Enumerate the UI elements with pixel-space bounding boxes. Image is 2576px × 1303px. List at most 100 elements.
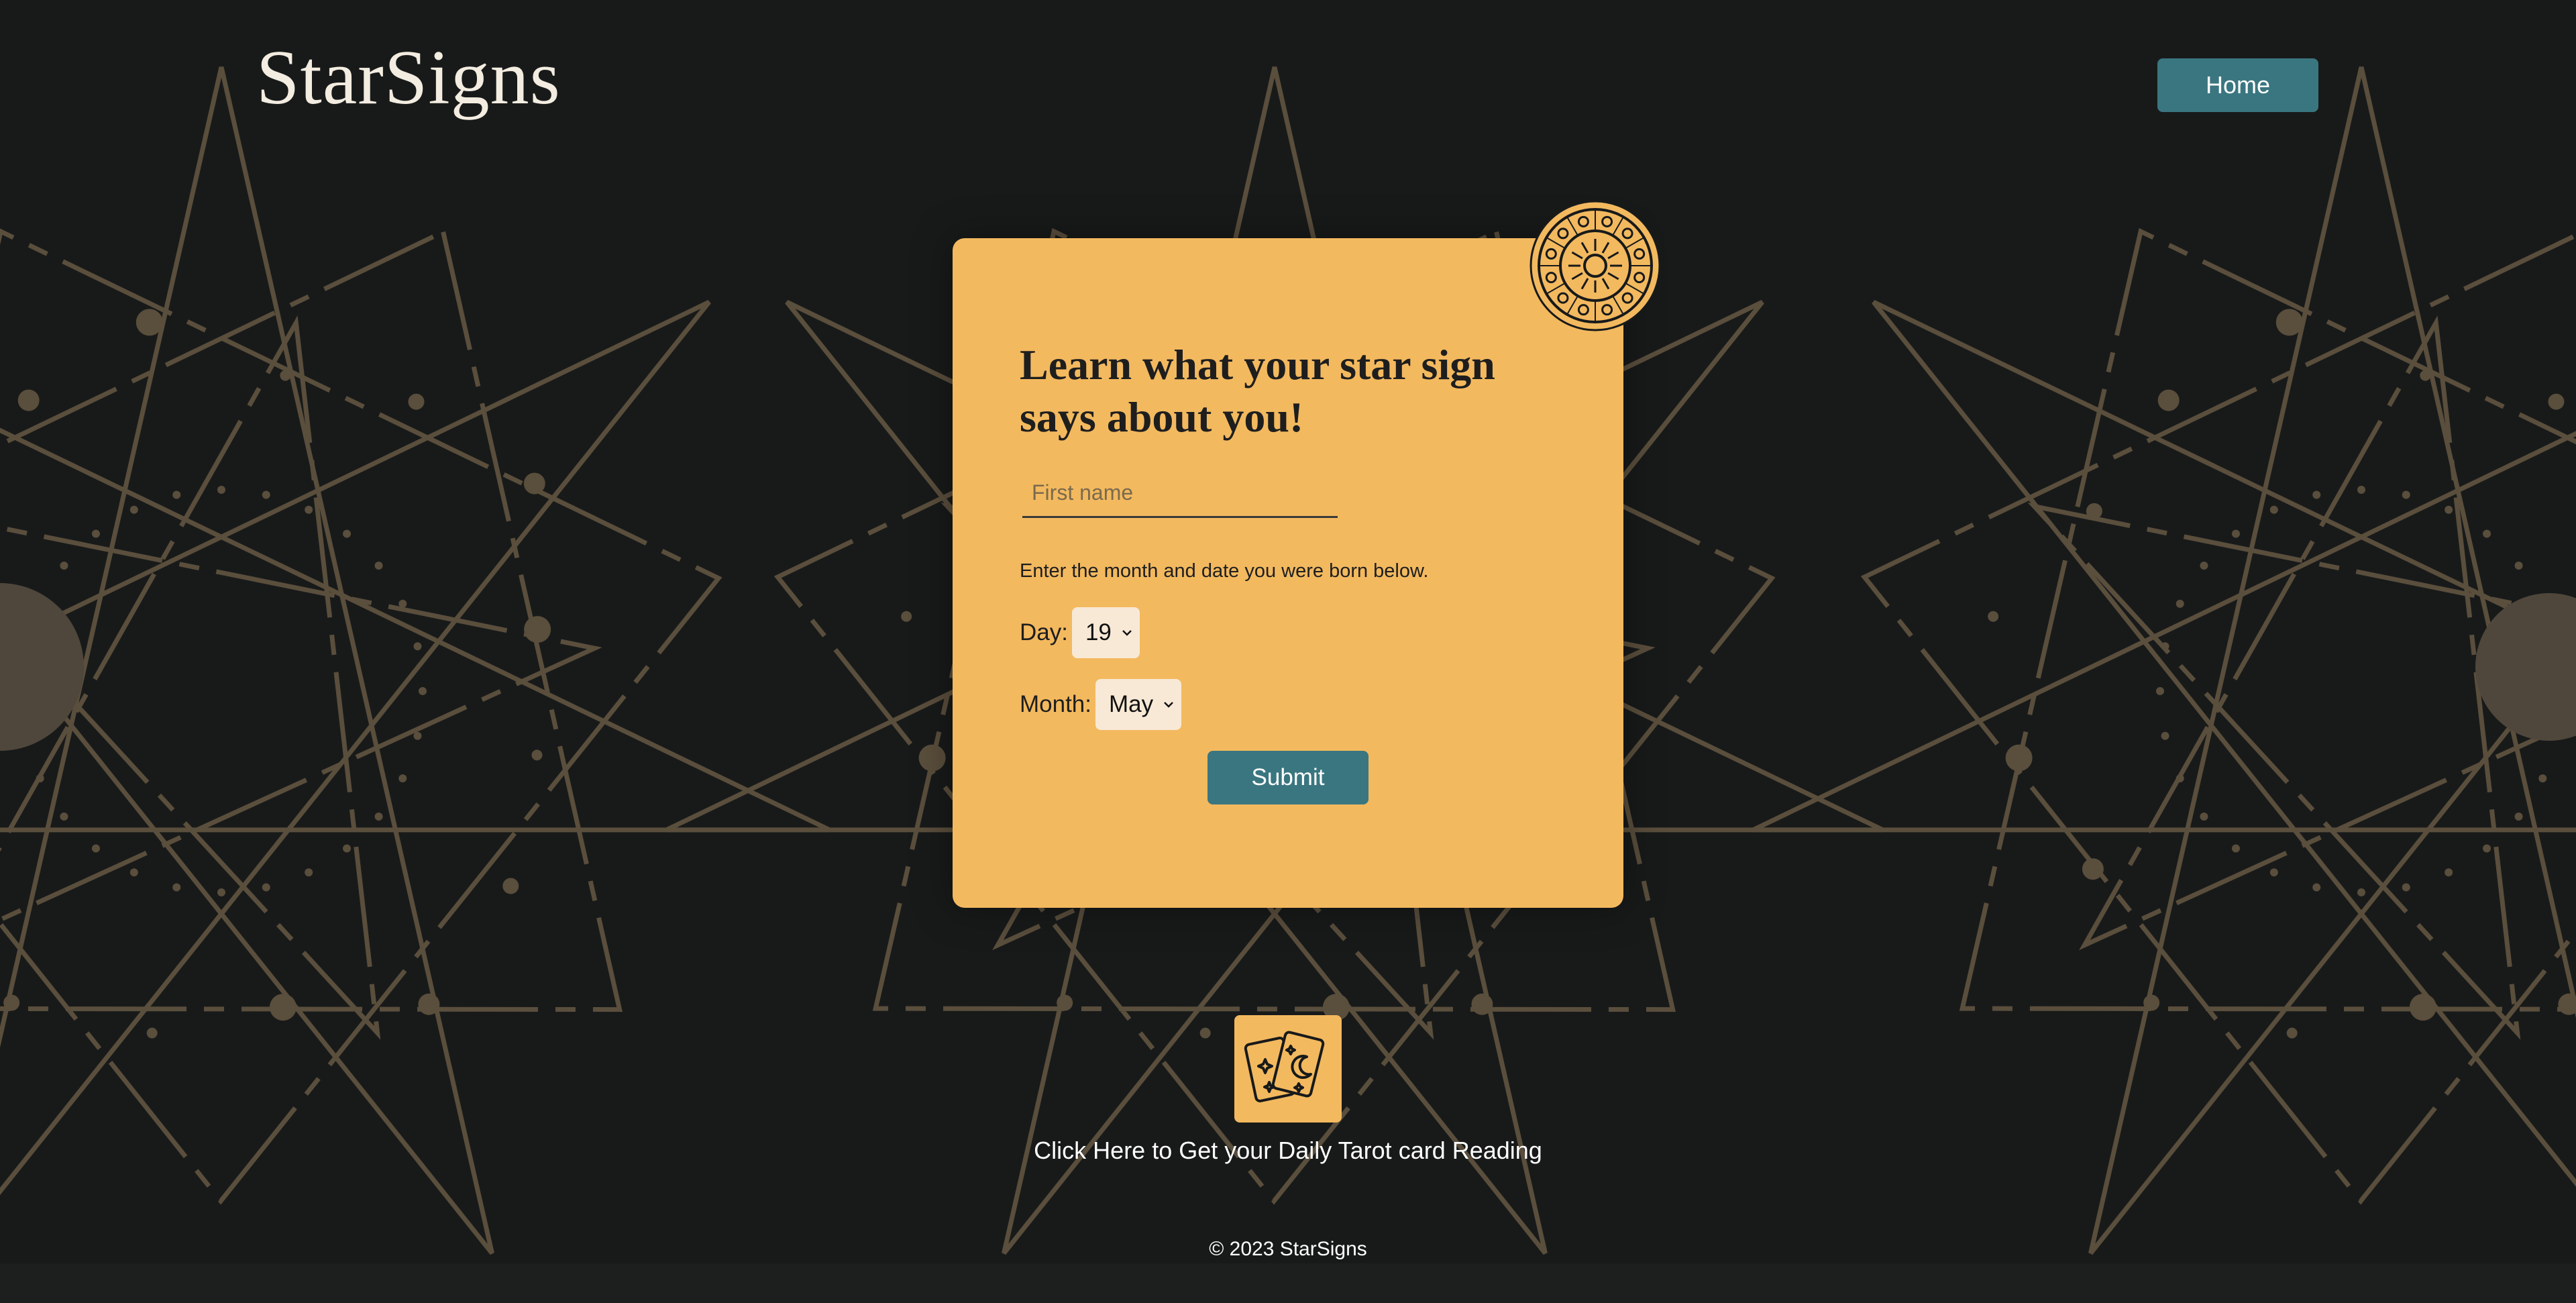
background-dot (2231, 844, 2240, 853)
zodiac-wheel-icon (1529, 200, 1661, 331)
background-dot (2483, 529, 2491, 538)
background-dot (2483, 844, 2491, 853)
day-select[interactable]: 19 (1071, 607, 1140, 658)
background-disc (2475, 593, 2576, 741)
background-dot (2161, 731, 2169, 740)
background-dot (129, 868, 138, 877)
background-dot (36, 774, 44, 783)
background-dot (374, 813, 383, 821)
background-dot (305, 868, 313, 877)
background-dot (2086, 503, 2102, 519)
submit-button[interactable]: Submit (1208, 751, 1368, 804)
month-select-value: May (1109, 691, 1154, 717)
background-dot (343, 529, 352, 538)
background-dot (2420, 370, 2431, 381)
month-select[interactable]: May (1095, 679, 1182, 730)
day-field: Day: 19 (1020, 607, 1140, 658)
background-dot (3, 994, 20, 1011)
background-dot (2200, 813, 2208, 821)
background-dot (17, 389, 40, 411)
form-title: Learn what your star sign says about you… (1020, 341, 1495, 441)
background-star (1752, 66, 2576, 1255)
background-dot (524, 616, 551, 643)
background-dot (2269, 868, 2278, 877)
background-dot (2286, 1027, 2298, 1039)
footer-bar (0, 1263, 2576, 1303)
site-logo[interactable]: StarSigns (256, 39, 561, 117)
background-dot (2156, 687, 2164, 695)
background-dot (1199, 1027, 1211, 1039)
background-dot (2176, 774, 2184, 783)
background-dot (2402, 883, 2410, 892)
day-select-value: 19 (1085, 619, 1112, 645)
background-dot (2269, 505, 2278, 514)
background-dot (1057, 994, 1073, 1011)
background-dot (2445, 868, 2453, 877)
background-dot (60, 561, 68, 570)
star-sign-form-card: Learn what your star sign says about you… (953, 238, 1623, 908)
background-dot (531, 749, 543, 761)
background-dot (280, 370, 291, 381)
background-dot (2445, 505, 2453, 514)
month-field: Month: May (1020, 679, 1182, 730)
background-dot (2312, 490, 2321, 499)
tarot-card-button[interactable] (1234, 1015, 1342, 1123)
background-dot (413, 642, 422, 651)
background-dot (91, 529, 100, 538)
background-dot (217, 888, 225, 896)
background-dot (418, 993, 440, 1015)
background-dot (129, 505, 138, 514)
background-dot (60, 813, 68, 821)
background-dot (2409, 994, 2436, 1021)
tarot-reading-link[interactable]: Click Here to Get your Daily Tarot card … (953, 1137, 1623, 1165)
background-star (0, 315, 602, 1040)
background-dot (262, 490, 270, 499)
background-dot (2514, 813, 2523, 821)
background-dot (305, 505, 313, 514)
background-dot (2157, 389, 2180, 411)
background-dot (146, 1027, 158, 1039)
background-dot (1988, 611, 1999, 622)
background-dot (91, 844, 100, 853)
first-name-input[interactable] (1022, 470, 1338, 518)
background-dot (918, 744, 946, 772)
background-dot (1471, 993, 1493, 1015)
tarot-cards-icon (1244, 1031, 1325, 1102)
background-dot (262, 883, 270, 892)
background-dot (269, 994, 297, 1021)
background-dot (398, 599, 407, 608)
home-button[interactable]: Home (2157, 58, 2318, 112)
background-dot (2005, 744, 2033, 772)
background-dot (136, 309, 163, 336)
day-label: Day: (1020, 619, 1068, 645)
background-dot (172, 490, 181, 499)
background-dot (2312, 883, 2321, 892)
copyright-text: © 2023 StarSigns (1209, 1238, 1367, 1260)
month-label: Month: (1020, 691, 1091, 717)
background-dot (2558, 993, 2576, 1015)
background-dot (2548, 393, 2565, 410)
background-dot (343, 844, 352, 853)
chevron-down-icon (1164, 702, 1174, 708)
background-dot (502, 878, 519, 894)
background-dot (2176, 599, 2184, 608)
background-dot (523, 472, 545, 494)
chevron-down-icon (1122, 630, 1132, 636)
background-dot (2357, 888, 2365, 896)
instructions-text: Enter the month and date you were born b… (1020, 560, 1429, 582)
background-dot (2357, 486, 2365, 494)
background-dot (2161, 642, 2169, 651)
page: StarSigns Home Learn what your star sign… (0, 0, 2576, 1303)
background-dot (2143, 994, 2160, 1011)
background-dot (2514, 561, 2523, 570)
background-dot (408, 393, 425, 410)
background-dot (413, 731, 422, 740)
background-dot (2231, 529, 2240, 538)
background-dot (217, 486, 225, 494)
background-dot (2200, 561, 2208, 570)
background-dot (2082, 858, 2104, 880)
background-dot (2275, 309, 2303, 336)
background-dot (419, 687, 427, 695)
background-dot (374, 561, 383, 570)
background-dot (2538, 774, 2547, 783)
